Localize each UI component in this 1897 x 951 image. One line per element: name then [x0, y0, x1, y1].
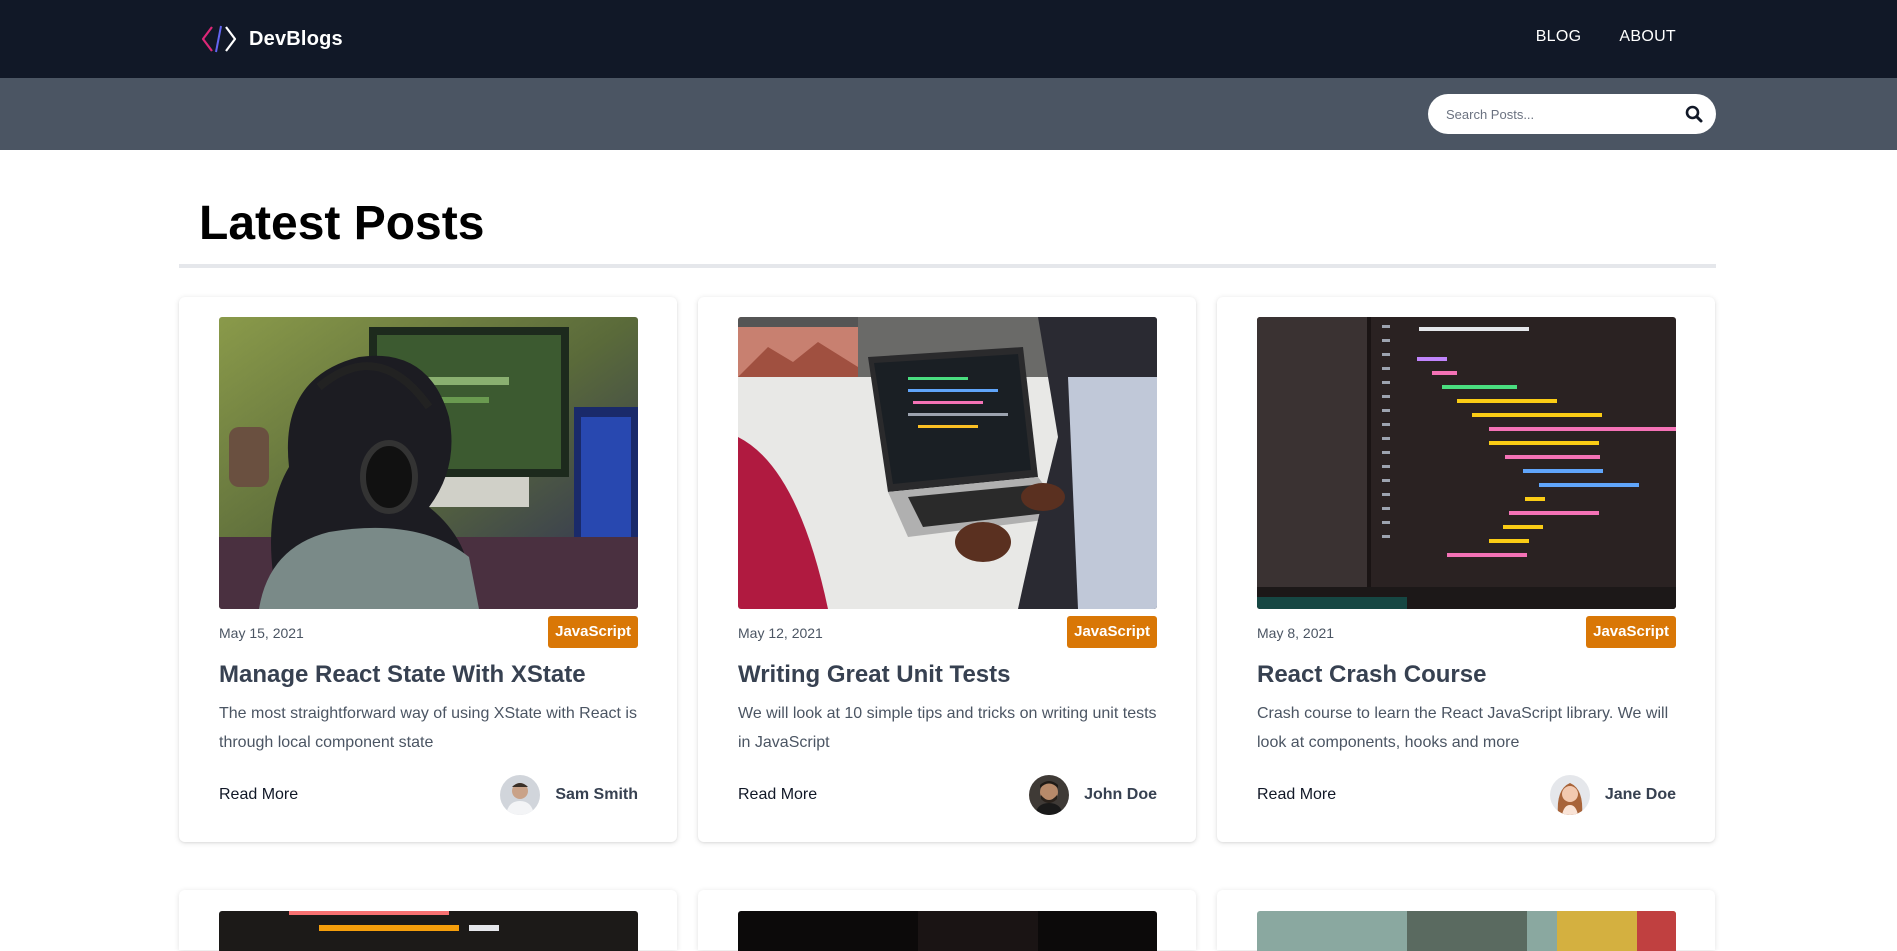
post-image-headphones	[219, 317, 638, 609]
post-card: May 8, 2021 JavaScript React Crash Cours…	[1217, 297, 1715, 842]
post-image[interactable]	[738, 911, 1157, 951]
search-box	[1428, 94, 1716, 134]
post-image[interactable]	[1257, 317, 1676, 609]
post-title[interactable]: Writing Great Unit Tests	[738, 660, 1158, 690]
code-brackets-icon	[201, 25, 237, 53]
main-nav: BLOG ABOUT	[1536, 28, 1676, 46]
post-author: Jane Doe	[1549, 775, 1676, 815]
post-image[interactable]	[219, 911, 638, 951]
post-card: May 12, 2021 JavaScript Writing Great Un…	[698, 297, 1196, 842]
search-bar	[0, 78, 1897, 150]
nav-link-about[interactable]: ABOUT	[1619, 28, 1676, 46]
post-image[interactable]	[219, 317, 638, 609]
post-excerpt: The most straightforward way of using XS…	[219, 705, 637, 751]
post-date: May 15, 2021	[219, 625, 304, 641]
title-divider	[179, 264, 1716, 268]
post-image[interactable]	[1257, 911, 1676, 951]
author-name: Jane Doe	[1604, 786, 1676, 803]
category-badge[interactable]: JavaScript	[548, 616, 638, 648]
post-image[interactable]	[738, 317, 1157, 609]
post-date: May 8, 2021	[1257, 625, 1335, 641]
nav-link-blog[interactable]: BLOG	[1536, 28, 1582, 46]
category-badge[interactable]: JavaScript	[1586, 616, 1676, 648]
category-badge[interactable]: JavaScript	[1067, 616, 1157, 648]
post-card	[179, 890, 677, 951]
avatar	[1029, 775, 1070, 815]
search-icon	[1685, 105, 1703, 123]
brand-link[interactable]: DevBlogs	[199, 24, 343, 54]
author-name: Sam Smith	[555, 786, 638, 803]
brand-name: DevBlogs	[249, 27, 343, 50]
read-more-link[interactable]: Read More	[738, 786, 817, 804]
post-title[interactable]: React Crash Course	[1257, 660, 1677, 690]
post-card	[698, 890, 1196, 951]
post-image-preview	[1257, 911, 1676, 951]
post-card	[1217, 890, 1715, 951]
avatar	[1549, 775, 1590, 815]
post-card: May 15, 2021 JavaScript Manage React Sta…	[179, 297, 677, 842]
read-more-link[interactable]: Read More	[219, 786, 298, 804]
top-navbar: DevBlogs BLOG ABOUT	[0, 0, 1897, 78]
post-image-code	[1257, 317, 1676, 609]
author-name: John Doe	[1084, 786, 1157, 803]
post-title[interactable]: Manage React State With XState	[219, 660, 639, 690]
read-more-link[interactable]: Read More	[1257, 786, 1336, 804]
page-title: Latest Posts	[199, 197, 485, 250]
post-image-preview	[738, 911, 1157, 951]
avatar	[500, 775, 541, 815]
search-input[interactable]	[1446, 94, 1676, 134]
search-button[interactable]	[1684, 104, 1704, 124]
post-author: John Doe	[1029, 775, 1157, 815]
post-image-laptop	[738, 317, 1157, 609]
post-date: May 12, 2021	[738, 625, 823, 641]
post-excerpt: We will look at 10 simple tips and trick…	[738, 705, 1157, 751]
post-excerpt: Crash course to learn the React JavaScri…	[1257, 705, 1669, 751]
post-image-preview	[219, 911, 638, 951]
post-author: Sam Smith	[500, 775, 638, 815]
